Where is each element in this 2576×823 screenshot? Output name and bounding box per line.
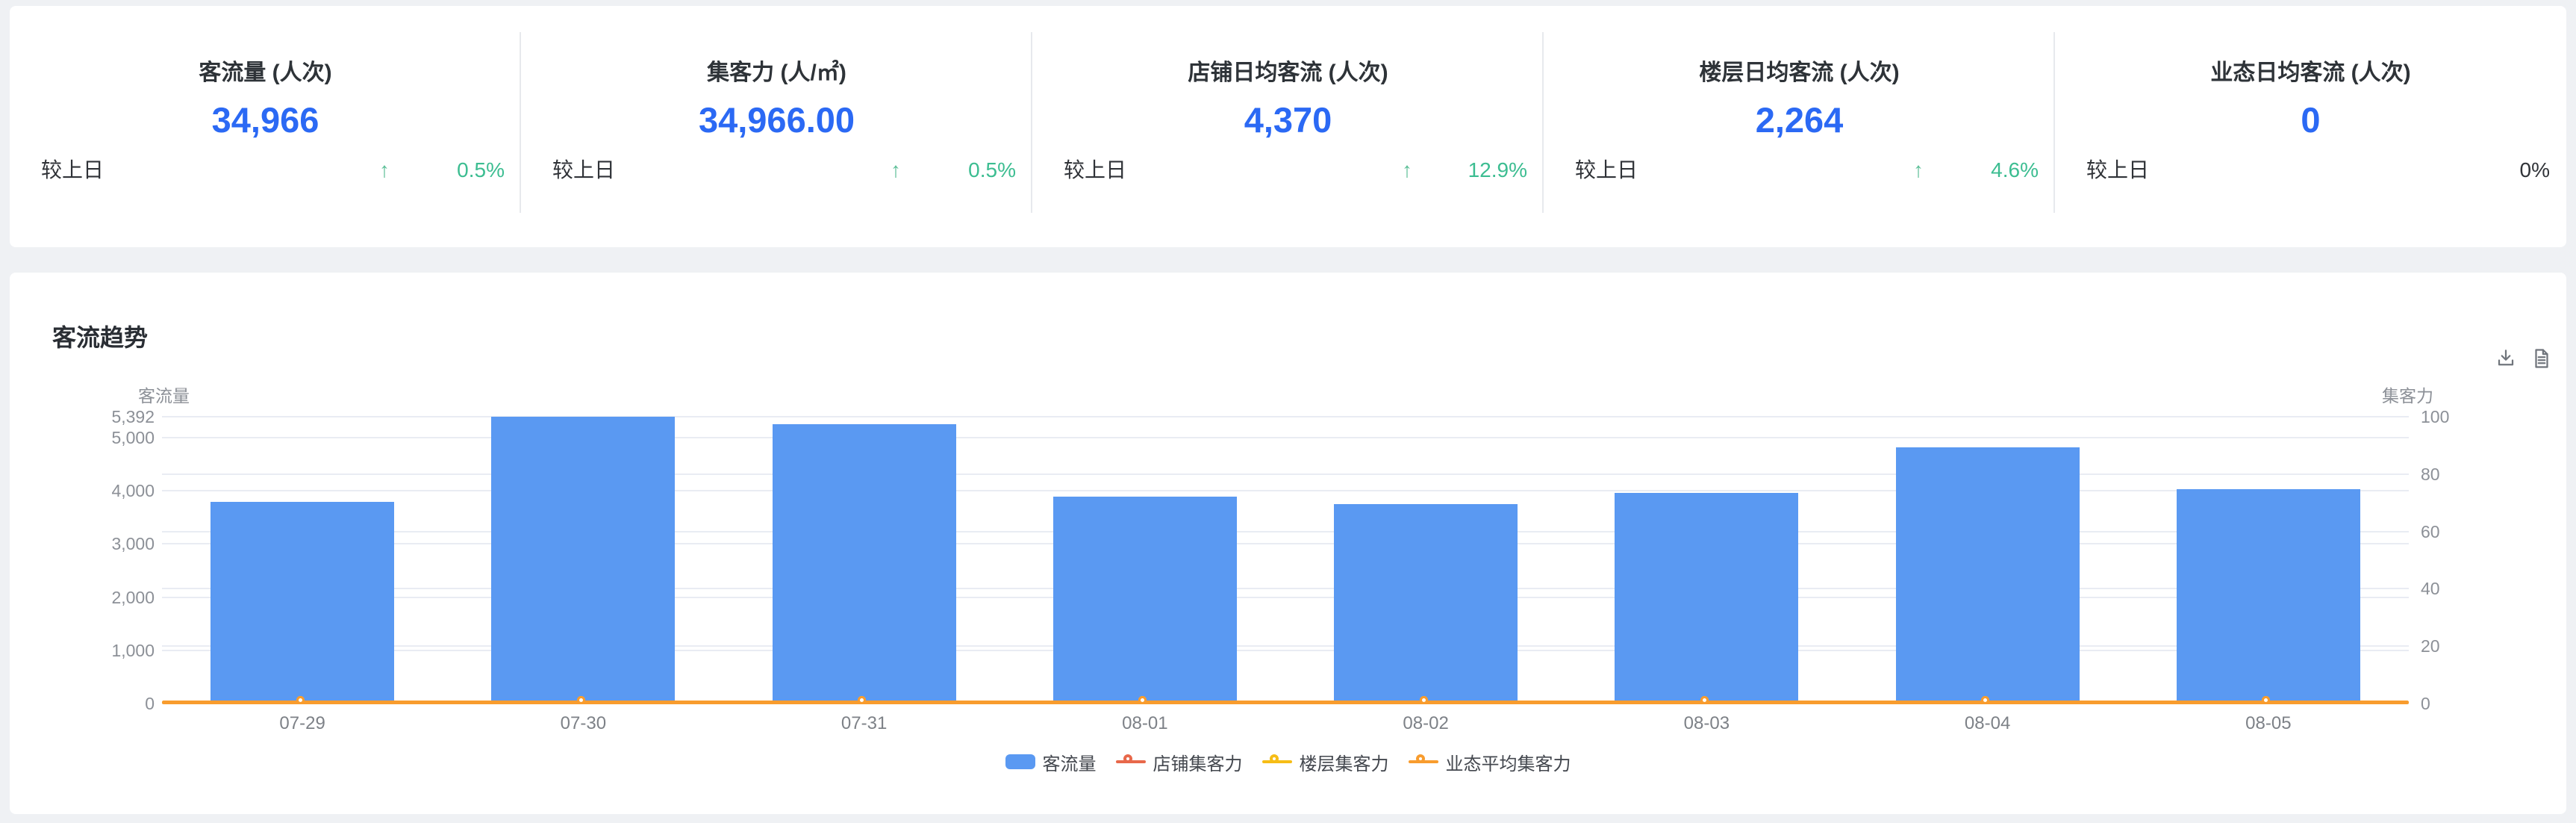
kpi-change-value: 4.6% [1991, 158, 2039, 183]
legend-item-店铺集客力[interactable]: 店铺集客力 [1116, 749, 1243, 775]
left-axis-name: 客流量 [138, 382, 190, 407]
trend-up-arrow-icon: ↑ [379, 158, 390, 183]
x-axis-label: 08-02 [1285, 714, 1566, 733]
line-业态平均集客力[interactable] [162, 701, 2409, 704]
legend-item-业态平均集客力[interactable]: 业态平均集客力 [1409, 749, 1571, 775]
kpi-value: 34,966.00 [521, 100, 1032, 140]
kpi-compare-label: 较上日 [2086, 158, 2149, 183]
legend-label: 业态平均集客力 [1446, 749, 1571, 775]
bar-08-05[interactable] [2177, 489, 2360, 704]
legend-line-swatch [1409, 754, 1438, 769]
kpi-compare-label: 较上日 [1575, 158, 1638, 183]
kpi-value: 2,264 [1544, 100, 2055, 140]
kpi-title: 店铺日均客流 (人次) [1032, 60, 1544, 87]
kpi-compare-row: 较上日 ↑ 4.6% [1544, 158, 2055, 183]
x-axis-label: 08-04 [1847, 714, 2128, 733]
right-axis-tick: 100 [2421, 408, 2449, 426]
kpi-title: 业态日均客流 (人次) [2055, 60, 2566, 87]
kpi-change-value: 0.5% [457, 158, 505, 183]
kpi-compare-label: 较上日 [1064, 158, 1126, 183]
kpi-compare-row: 较上日 ↑ 12.9% [1032, 158, 1544, 183]
left-axis-tick: 1,000 [13, 642, 155, 659]
right-axis-tick: 20 [2421, 637, 2440, 655]
right-axis-tick: 80 [2421, 465, 2440, 483]
legend-line-swatch [1116, 754, 1146, 769]
bar-08-01[interactable] [1053, 497, 1237, 704]
kpi-compare-row: 较上日 ↑ 0.5% [10, 158, 521, 183]
line-marker [577, 696, 585, 704]
kpi-value: 34,966 [10, 100, 521, 140]
line-marker [296, 696, 305, 704]
x-axis-label: 08-05 [2128, 714, 2409, 733]
line-marker [1420, 696, 1428, 704]
kpi-title: 客流量 (人次) [10, 60, 521, 87]
legend-bar-swatch [1005, 754, 1035, 769]
kpi-value: 4,370 [1032, 100, 1544, 140]
trend-up-arrow-icon: ↑ [891, 158, 901, 183]
chart-legend: 客流量 店铺集客力 楼层集客力 业态平均集客力 [10, 751, 2566, 773]
legend-line-swatch [1262, 754, 1292, 769]
bar-07-29[interactable] [210, 502, 394, 704]
right-axis-tick: 60 [2421, 523, 2440, 541]
kpi-card-gathering-power: 集客力 (人/㎡) 34,966.00 较上日 ↑ 0.5% [521, 6, 1032, 247]
right-axis-tick: 40 [2421, 580, 2440, 597]
x-axis-label: 08-01 [1005, 714, 1285, 733]
bar-08-03[interactable] [1615, 493, 1798, 704]
x-axis-label: 07-29 [162, 714, 443, 733]
kpi-title: 集客力 (人/㎡) [521, 60, 1032, 87]
kpi-compare-label: 较上日 [41, 158, 104, 183]
kpi-compare-label: 较上日 [552, 158, 615, 183]
bar-08-02[interactable] [1334, 504, 1518, 704]
trend-up-arrow-icon: ↑ [1402, 158, 1412, 183]
left-axis-tick: 4,000 [13, 482, 155, 500]
kpi-card-floor-daily-traffic: 楼层日均客流 (人次) 2,264 较上日 ↑ 4.6% [1544, 6, 2055, 247]
kpi-change-value: 0% [2520, 158, 2550, 183]
traffic-trend-chart[interactable]: 客流量 集客力 5,392 5,000 4,000 3,000 2,000 1,000 0 1… [10, 273, 2566, 814]
legend-item-楼层集客力[interactable]: 楼层集客力 [1262, 749, 1389, 775]
left-axis-tick: 5,000 [13, 429, 155, 447]
left-axis-tick: 5,392 [13, 408, 155, 426]
kpi-compare-row: 较上日 ↑ 0.5% [521, 158, 1032, 183]
line-marker [1981, 696, 1989, 704]
legend-label: 客流量 [1043, 749, 1097, 775]
kpi-card-total-traffic: 客流量 (人次) 34,966 较上日 ↑ 0.5% [10, 6, 521, 247]
trend-up-arrow-icon: ↑ [1913, 158, 1924, 183]
legend-item-客流量[interactable]: 客流量 [1005, 749, 1097, 775]
x-axis-label: 07-31 [724, 714, 1005, 733]
kpi-card-shop-daily-traffic: 店铺日均客流 (人次) 4,370 较上日 ↑ 12.9% [1032, 6, 1544, 247]
kpi-change-value: 12.9% [1468, 158, 1527, 183]
right-axis-tick: 0 [2421, 695, 2430, 712]
kpi-summary-panel: 客流量 (人次) 34,966 较上日 ↑ 0.5% 集客力 (人/㎡) 34,… [10, 6, 2566, 247]
kpi-card-category-daily-traffic: 业态日均客流 (人次) 0 较上日 0% [2055, 6, 2566, 247]
bar-07-31[interactable] [773, 424, 956, 704]
kpi-value: 0 [2055, 100, 2566, 140]
left-axis-tick: 2,000 [13, 588, 155, 606]
x-axis-label: 07-30 [443, 714, 723, 733]
left-axis-tick: 3,000 [13, 535, 155, 553]
traffic-trend-panel: 客流趋势 客流量 集客力 5,3925,0004,0003,0002,0001,… [10, 273, 2566, 814]
bar-08-04[interactable] [1896, 447, 2080, 704]
kpi-title: 楼层日均客流 (人次) [1544, 60, 2055, 87]
left-axis-tick: 0 [13, 695, 155, 712]
bar-07-30[interactable] [491, 417, 675, 704]
legend-label: 楼层集客力 [1300, 749, 1389, 775]
right-axis-name: 集客力 [2382, 382, 2433, 407]
line-marker [1700, 696, 1709, 704]
x-axis-label: 08-03 [1566, 714, 1847, 733]
legend-label: 店铺集客力 [1153, 749, 1243, 775]
kpi-change-value: 0.5% [968, 158, 1016, 183]
kpi-compare-row: 较上日 0% [2055, 158, 2566, 183]
line-marker [858, 696, 866, 704]
